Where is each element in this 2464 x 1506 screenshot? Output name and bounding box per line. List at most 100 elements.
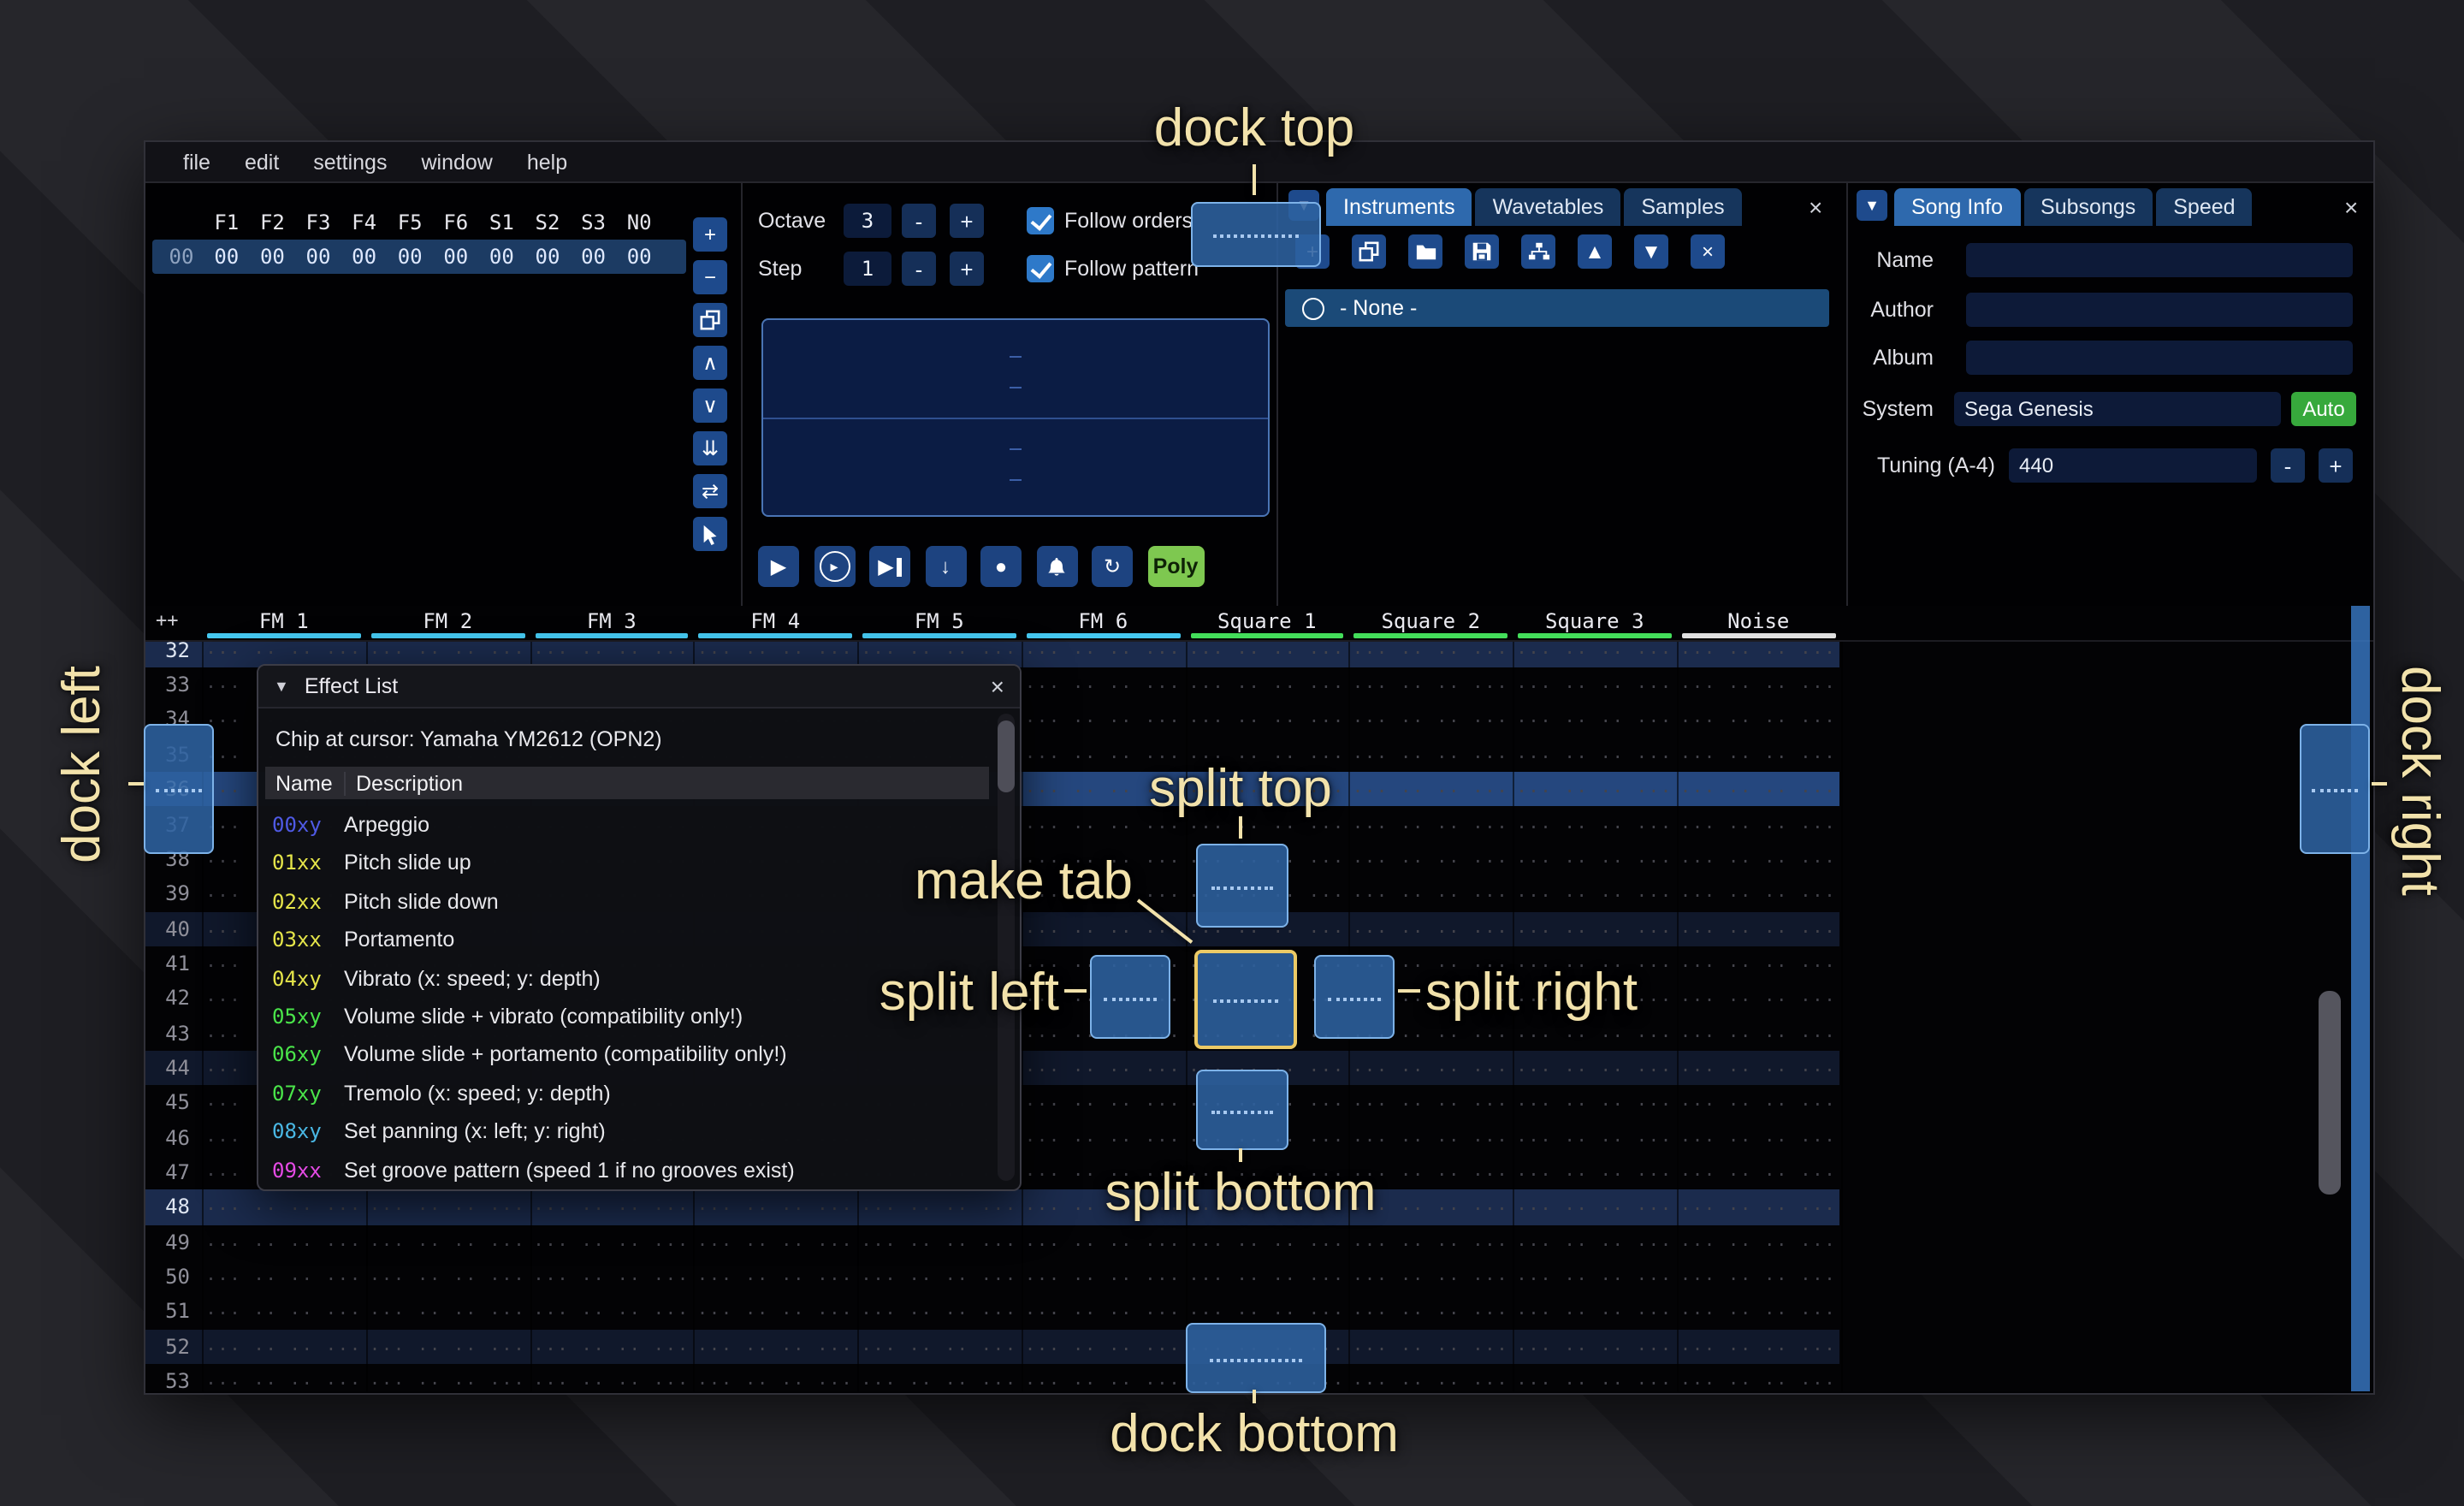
pattern-row[interactable]: 51... .. .. ...... .. .. ...... .. .. ..… (145, 1295, 1839, 1330)
pattern-cell[interactable]: ... .. .. ... (1677, 1016, 1841, 1051)
effect-list-item[interactable]: 01xxPitch slide up (265, 845, 989, 883)
pattern-row[interactable]: 53... .. .. ...... .. .. ...... .. .. ..… (145, 1364, 1839, 1391)
effect-list-item[interactable]: 02xxPitch slide down (265, 883, 989, 922)
pattern-cell[interactable]: ... .. .. ... (1349, 807, 1513, 842)
pattern-cell[interactable]: ... .. .. ... (857, 1260, 1022, 1295)
pattern-cell[interactable]: ... .. .. ... (1513, 1155, 1677, 1190)
move-instrument-up-icon[interactable]: ▲ (1578, 234, 1612, 269)
order-change-mode-icon[interactable]: ⇄ (693, 474, 727, 508)
pattern-cell[interactable]: ... .. .. ... (1513, 876, 1677, 911)
step-plus-button[interactable]: + (950, 252, 984, 286)
song-tab-subsongs[interactable]: Subsongs (2023, 188, 2153, 226)
make-tab-target[interactable] (1194, 950, 1297, 1049)
play-pattern-button[interactable]: ▸ (814, 546, 855, 587)
effect-list-titlebar[interactable]: ▼ Effect List × (258, 666, 1020, 709)
song-tab-song-info[interactable]: Song Info (1894, 188, 2020, 226)
pattern-cell[interactable]: ... .. .. ... (1022, 667, 1186, 703)
pattern-cell[interactable]: ... .. .. ... (366, 1295, 530, 1330)
instruments-tab-instruments[interactable]: Instruments (1326, 188, 1472, 226)
split-target-left[interactable] (1090, 955, 1170, 1039)
pattern-cell[interactable]: ... .. .. ... (1513, 1120, 1677, 1155)
pattern-cell[interactable]: ... .. .. ... (694, 1364, 858, 1391)
pattern-cell[interactable]: ... .. .. ... (530, 1224, 694, 1260)
pattern-cell[interactable]: ... .. .. ... (202, 1224, 366, 1260)
pattern-cell[interactable]: ... .. .. ... (1513, 1085, 1677, 1120)
pattern-cell[interactable]: ... .. .. ... (530, 1364, 694, 1391)
pattern-cell[interactable]: ... .. .. ... (1677, 642, 1841, 667)
dock-target-bottom[interactable] (1186, 1323, 1326, 1393)
pattern-cell[interactable]: ... .. .. ... (1022, 1329, 1186, 1364)
order-value[interactable]: 00 (524, 245, 571, 269)
order-value[interactable]: 00 (341, 245, 388, 269)
pattern-cell[interactable]: ... .. .. ... (1677, 911, 1841, 946)
pattern-cell[interactable]: ... .. .. ... (1513, 807, 1677, 842)
pattern-cell[interactable]: ... .. .. ... (1513, 842, 1677, 877)
menu-item-help[interactable]: help (510, 150, 584, 174)
menu-item-edit[interactable]: edit (228, 150, 296, 174)
instruments-tab-samples[interactable]: Samples (1624, 188, 1741, 226)
effect-list-item[interactable]: 09xxSet groove pattern (speed 1 if no gr… (265, 1151, 989, 1189)
pattern-cell[interactable]: ... .. .. ... (1677, 1224, 1841, 1260)
pattern-row[interactable]: 52... .. .. ...... .. .. ...... .. .. ..… (145, 1329, 1839, 1364)
pattern-cell[interactable]: ... .. .. ... (1022, 1085, 1186, 1120)
system-field[interactable]: Sega Genesis (1954, 392, 2281, 426)
instruments-close-icon[interactable]: × (1809, 192, 1822, 222)
pattern-cell[interactable]: ... .. .. ... (694, 1260, 858, 1295)
order-value[interactable]: 00 (616, 245, 662, 269)
pattern-cell[interactable]: ... .. .. ... (1185, 1260, 1349, 1295)
pattern-cell[interactable]: ... .. .. ... (1349, 667, 1513, 703)
pattern-cell[interactable]: ... .. .. ... (1677, 1295, 1841, 1330)
pattern-cell[interactable]: ... .. .. ... (1349, 1329, 1513, 1364)
record-button[interactable]: ● (980, 546, 1022, 587)
pattern-cell[interactable]: ... .. .. ... (202, 1329, 366, 1364)
step-one-row-button[interactable]: ↓ (925, 546, 966, 587)
pattern-cell[interactable]: ... .. .. ... (1677, 1120, 1841, 1155)
pattern-cell[interactable]: ... .. .. ... (857, 1224, 1022, 1260)
order-value[interactable]: 00 (387, 245, 433, 269)
pattern-cell[interactable]: ... .. .. ... (1349, 738, 1513, 773)
step-minus-button[interactable]: - (902, 252, 936, 286)
pattern-cell[interactable]: ... .. .. ... (1349, 1295, 1513, 1330)
effect-list-scroll-thumb[interactable] (998, 720, 1015, 792)
pattern-cell[interactable]: ... .. .. ... (1185, 1224, 1349, 1260)
pattern-cell[interactable]: ... .. .. ... (1022, 1120, 1186, 1155)
channel-header-noise[interactable]: Noise (1677, 606, 1841, 640)
instruments-tab-wavetables[interactable]: Wavetables (1476, 188, 1621, 226)
pattern-cell[interactable]: ... .. .. ... (1349, 1260, 1513, 1295)
duplicate-instrument-icon[interactable] (1352, 234, 1386, 269)
menu-item-settings[interactable]: settings (296, 150, 404, 174)
move-instrument-down-icon[interactable]: ▼ (1634, 234, 1668, 269)
pattern-cell[interactable]: ... .. .. ... (366, 1189, 530, 1224)
pattern-cell[interactable]: ... .. .. ... (1513, 1051, 1677, 1086)
song-info-filter-icon[interactable]: ▼ (1857, 190, 1887, 221)
pattern-cell[interactable]: ... .. .. ... (857, 1329, 1022, 1364)
step-value[interactable]: 1 (844, 252, 891, 286)
pattern-cell[interactable]: ... .. .. ... (1677, 1364, 1841, 1391)
octave-value[interactable]: 3 (844, 204, 891, 238)
split-target-top[interactable] (1196, 844, 1288, 928)
song-info-close-icon[interactable]: × (2344, 192, 2358, 222)
instrument-folders-icon[interactable] (1521, 234, 1555, 269)
song-tab-speed[interactable]: Speed (2156, 188, 2252, 226)
pattern-cell[interactable]: ... .. .. ... (1513, 1224, 1677, 1260)
pattern-cell[interactable]: ... .. .. ... (1513, 1329, 1677, 1364)
move-order-up-icon[interactable]: ∧ (693, 346, 727, 380)
column-description[interactable]: Description (344, 771, 463, 795)
tuning-field[interactable]: 440 (2009, 448, 2257, 483)
effect-list-column-headers[interactable]: Name Description (265, 767, 989, 799)
pattern-row[interactable]: 48... .. .. ...... .. .. ...... .. .. ..… (145, 1189, 1839, 1224)
channel-header-fm-1[interactable]: FM 1 (202, 606, 366, 640)
dock-target-top[interactable] (1191, 202, 1321, 267)
pattern-row[interactable]: 50... .. .. ...... .. .. ...... .. .. ..… (145, 1260, 1839, 1295)
octave-minus-button[interactable]: - (902, 204, 936, 238)
pattern-cell[interactable]: ... .. .. ... (1349, 772, 1513, 807)
channel-header-fm-5[interactable]: FM 5 (857, 606, 1022, 640)
repeat-pattern-button[interactable]: ↻ (1092, 546, 1133, 587)
pattern-cell[interactable]: ... .. .. ... (857, 1364, 1022, 1391)
pattern-cell[interactable]: ... .. .. ... (530, 1329, 694, 1364)
order-value[interactable]: 00 (571, 245, 617, 269)
pattern-cell[interactable]: ... .. .. ... (857, 1295, 1022, 1330)
name-field[interactable] (1966, 243, 2353, 277)
pattern-cell[interactable]: ... .. .. ... (1513, 1364, 1677, 1391)
duplicate-order-icon[interactable] (693, 303, 727, 337)
